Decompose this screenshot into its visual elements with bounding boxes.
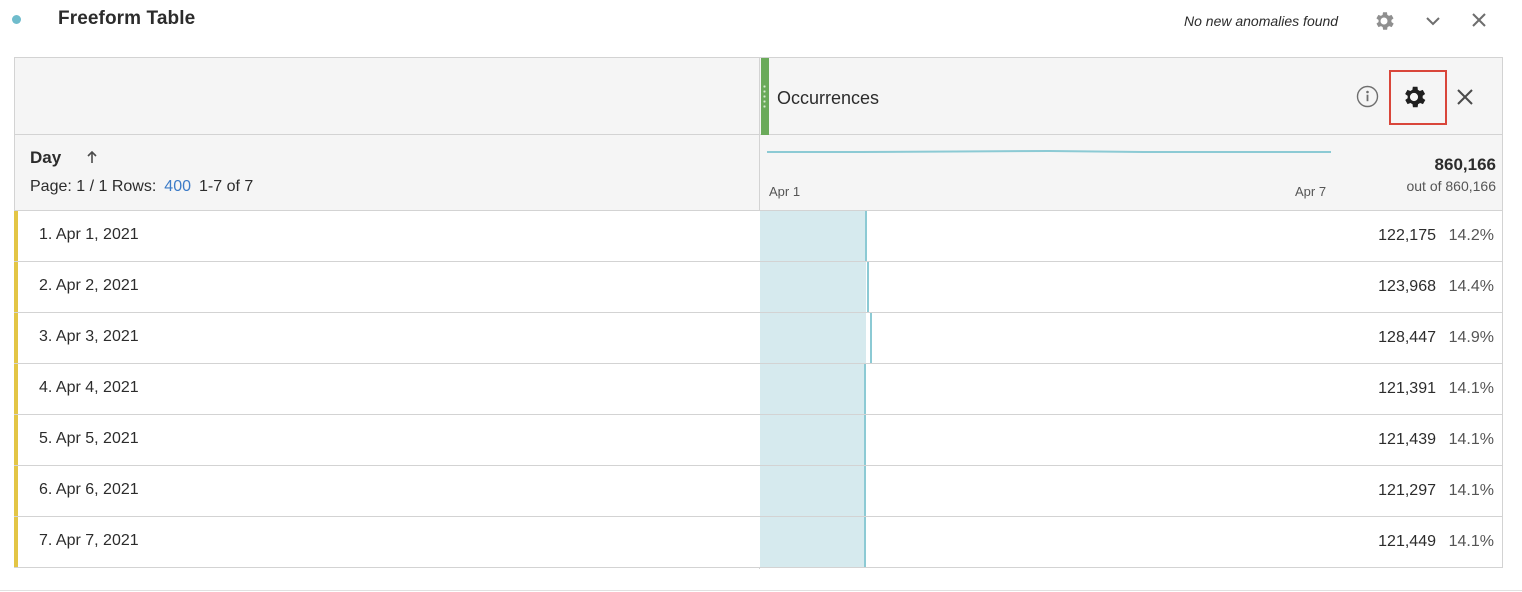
anomalies-status: No new anomalies found	[1184, 13, 1339, 29]
row-accent-bar	[14, 415, 18, 465]
row-value: 128,447	[1378, 329, 1436, 346]
metric-total-sub: out of 860,166	[1406, 178, 1496, 194]
freeform-table: Occurrences Day Page: 1 / 1 Rows: 400 1-7 …	[14, 57, 1503, 569]
row-percent: 14.1%	[1448, 482, 1494, 499]
row-label[interactable]: 5. Apr 5, 2021	[39, 430, 139, 448]
sparkline-start-label: Apr 1	[769, 184, 801, 199]
metric-drag-handle[interactable]	[761, 58, 769, 135]
metric-remove-close-icon[interactable]	[1456, 88, 1474, 106]
table-body: 1. Apr 1, 2021 122,175 14.2% 2. Apr 2, 2…	[14, 211, 1502, 567]
table-row[interactable]: 3. Apr 3, 2021 128,447 14.9%	[14, 313, 1502, 364]
row-bar-marker	[864, 466, 867, 516]
table-row[interactable]: 7. Apr 7, 2021 121,449 14.1%	[14, 517, 1502, 567]
row-percent: 14.1%	[1448, 431, 1494, 448]
dimension-name[interactable]: Day	[30, 148, 61, 168]
table-row[interactable]: 4. Apr 4, 2021 121,391 14.1%	[14, 364, 1502, 415]
row-range: 1-7 of 7	[199, 178, 254, 195]
metric-sparkline	[767, 149, 1331, 153]
row-value: 121,391	[1378, 380, 1436, 397]
panel-collapse-chevron-down-icon[interactable]	[1424, 12, 1442, 30]
panel-title[interactable]: Freeform Table	[58, 8, 195, 30]
row-bar-marker	[865, 211, 868, 261]
panel-bottom-rule	[0, 590, 1522, 591]
row-bar	[760, 517, 866, 567]
row-accent-bar	[14, 262, 18, 312]
row-label[interactable]: 6. Apr 6, 2021	[39, 481, 139, 499]
row-percent: 14.9%	[1448, 329, 1494, 346]
row-bar-marker	[864, 364, 867, 414]
row-label[interactable]: 3. Apr 3, 2021	[39, 328, 139, 346]
panel-header: Freeform Table No new anomalies found	[0, 0, 1522, 44]
rows-per-page-link[interactable]: 400	[164, 178, 191, 195]
panel-close-icon[interactable]	[1470, 11, 1488, 29]
row-label[interactable]: 4. Apr 4, 2021	[39, 379, 139, 397]
table-row[interactable]: 6. Apr 6, 2021 121,297 14.1%	[14, 466, 1502, 517]
row-value: 123,968	[1378, 278, 1436, 295]
table-row[interactable]: 5. Apr 5, 2021 121,439 14.1%	[14, 415, 1502, 466]
pagination-info: Page: 1 / 1 Rows: 400 1-7 of 7	[30, 178, 253, 196]
panel-settings-gear-icon[interactable]	[1372, 9, 1396, 33]
metric-name[interactable]: Occurrences	[777, 88, 879, 109]
row-value: 121,297	[1378, 482, 1436, 499]
sort-arrow-up-icon[interactable]	[85, 149, 99, 165]
page-label: Page: 1 / 1 Rows:	[30, 178, 157, 195]
metric-settings-gear-icon[interactable]	[1400, 83, 1428, 111]
row-bar-marker	[866, 262, 869, 312]
row-label[interactable]: 1. Apr 1, 2021	[39, 226, 139, 244]
row-bar	[760, 211, 866, 261]
panel-status-dot	[12, 15, 21, 24]
row-bar-marker	[864, 517, 867, 567]
row-label[interactable]: 7. Apr 7, 2021	[39, 532, 139, 550]
table-row[interactable]: 2. Apr 2, 2021 123,968 14.4%	[14, 262, 1502, 313]
row-percent: 14.1%	[1448, 533, 1494, 550]
row-bar	[760, 415, 866, 465]
row-accent-bar	[14, 517, 18, 567]
row-accent-bar	[14, 364, 18, 414]
row-bar	[760, 364, 866, 414]
row-accent-bar	[14, 466, 18, 516]
row-accent-bar	[14, 211, 18, 261]
row-bar-marker	[864, 415, 867, 465]
table-row[interactable]: 1. Apr 1, 2021 122,175 14.2%	[14, 211, 1502, 262]
row-percent: 14.4%	[1448, 278, 1494, 295]
row-accent-bar	[14, 313, 18, 363]
row-bar	[760, 313, 866, 363]
sparkline-end-label: Apr 7	[1295, 184, 1327, 199]
row-percent: 14.1%	[1448, 380, 1494, 397]
metric-info-icon[interactable]	[1356, 85, 1379, 108]
metric-total: 860,166	[1434, 155, 1496, 174]
row-value: 121,449	[1378, 533, 1436, 550]
row-value: 121,439	[1378, 431, 1436, 448]
row-value: 122,175	[1378, 227, 1436, 244]
row-bar	[760, 262, 866, 312]
row-bar-marker	[870, 313, 873, 363]
row-label[interactable]: 2. Apr 2, 2021	[39, 277, 139, 295]
row-bar	[760, 466, 866, 516]
row-percent: 14.2%	[1448, 227, 1494, 244]
